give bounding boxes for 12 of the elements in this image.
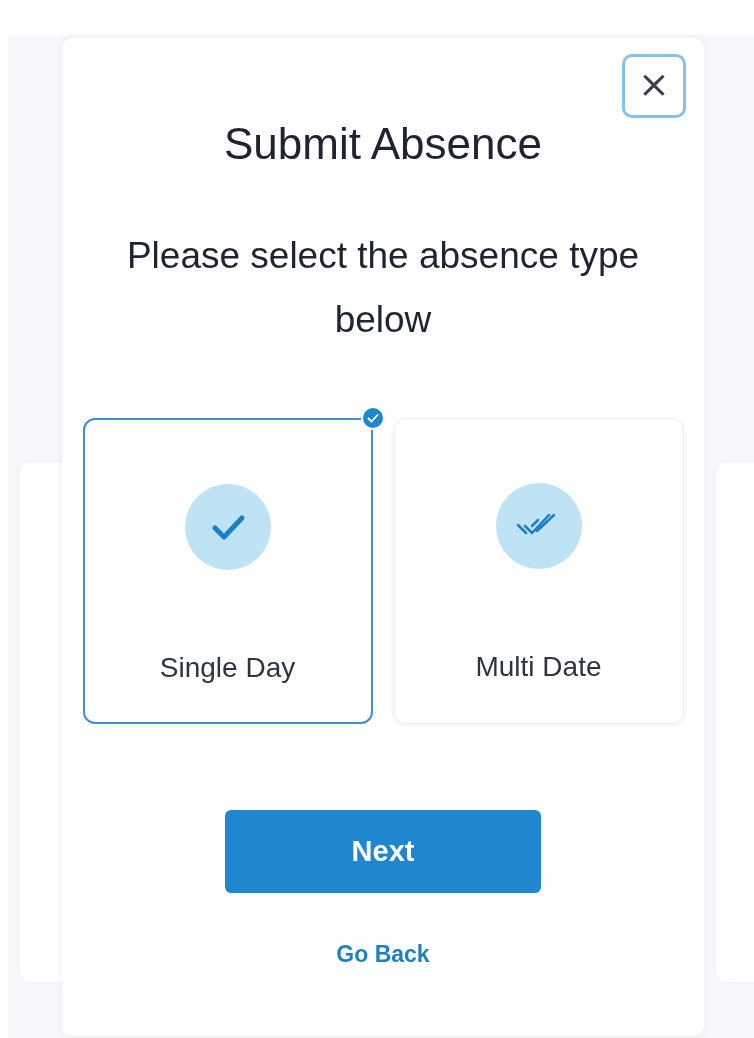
check-icon bbox=[184, 484, 271, 570]
double-check-icon bbox=[495, 483, 582, 569]
close-button[interactable]: × bbox=[622, 54, 686, 118]
option-card[interactable]: Multi Date bbox=[393, 418, 684, 724]
dialog-subtitle: Please select the absence type below bbox=[125, 234, 641, 342]
option-label: Single Day bbox=[159, 652, 296, 684]
dialog-title: Submit Absence bbox=[224, 118, 542, 170]
option-card[interactable]: Single Day bbox=[82, 418, 373, 724]
next-button[interactable]: Next bbox=[225, 810, 541, 893]
selected-check-icon bbox=[360, 406, 385, 430]
go-back-link[interactable]: Go Back bbox=[336, 941, 430, 968]
option-label: Multi Date bbox=[475, 651, 602, 683]
